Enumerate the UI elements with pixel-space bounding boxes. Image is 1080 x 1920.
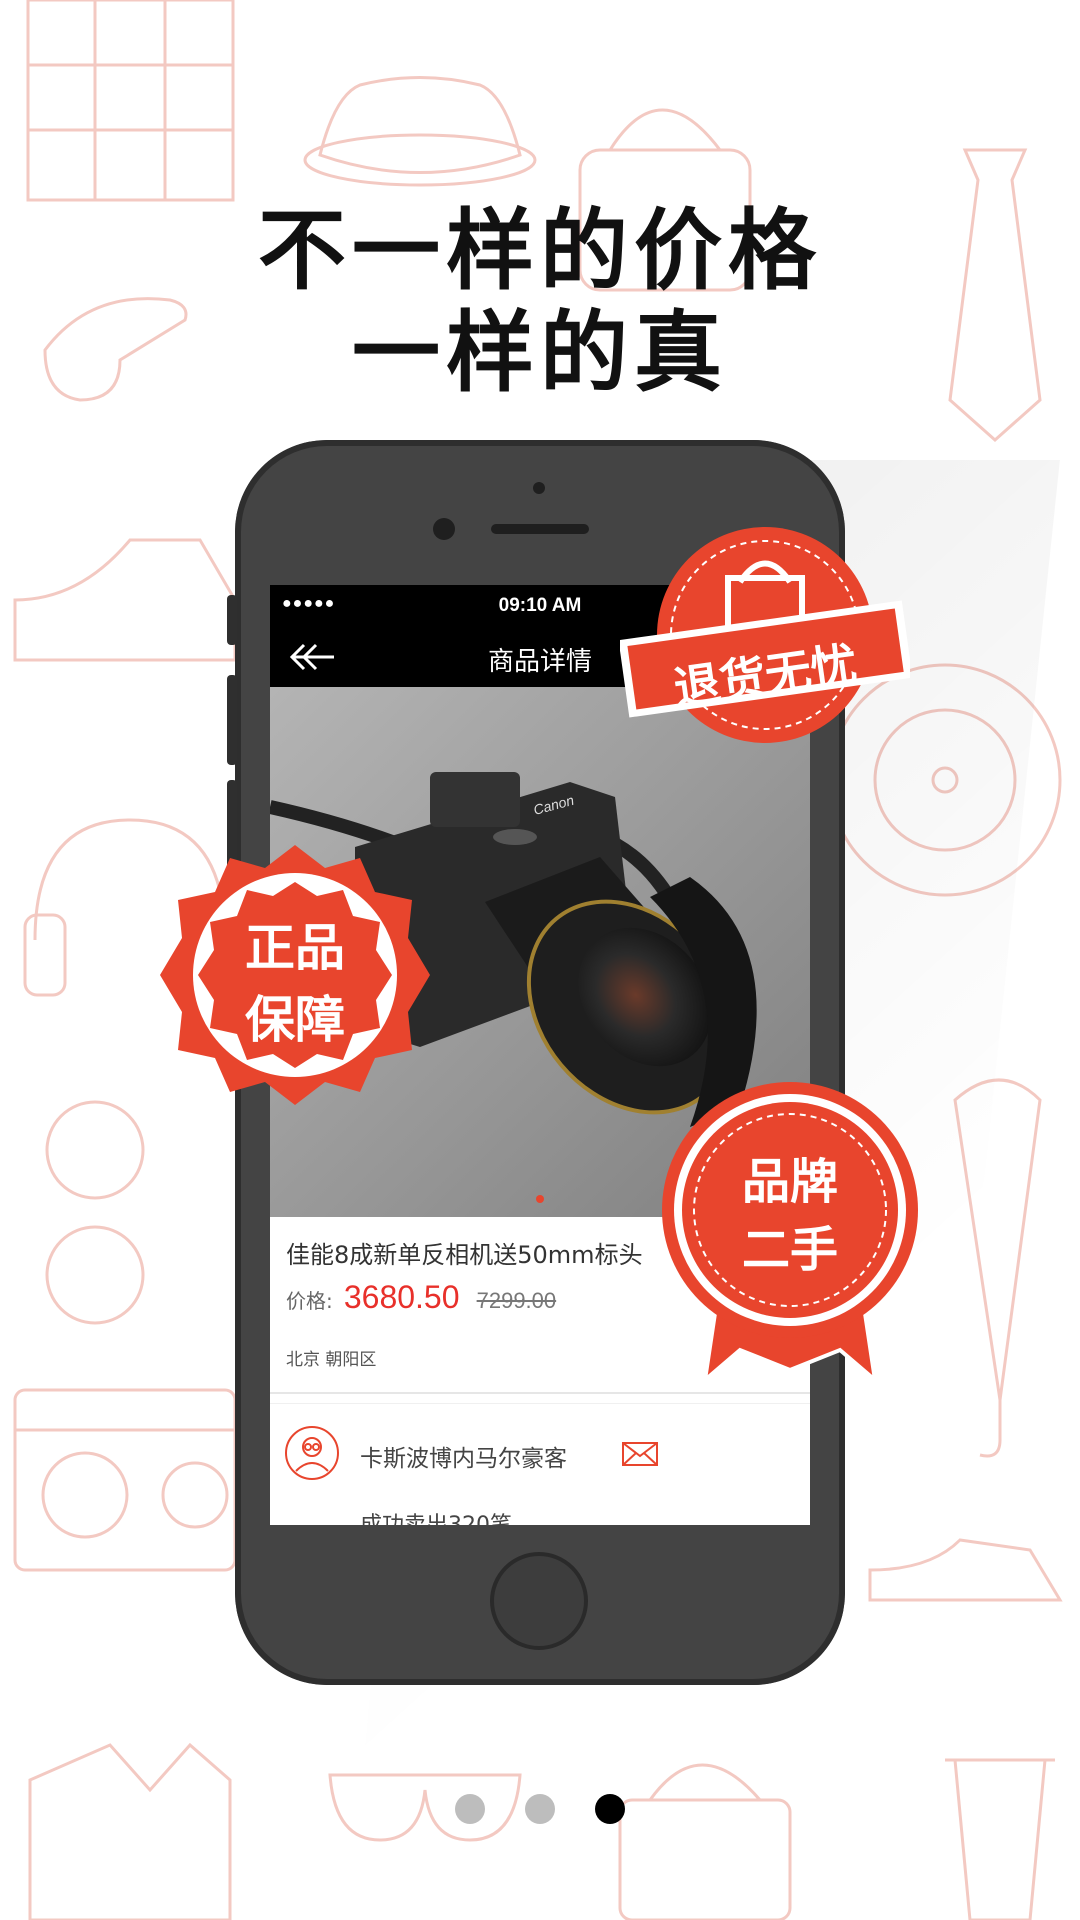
shirt-icon: [28, 1742, 232, 1920]
home-button[interactable]: [490, 1552, 588, 1650]
user-avatar-icon[interactable]: [284, 1425, 340, 1481]
glasses-icon: [45, 1100, 145, 1325]
earpiece-speaker: [491, 524, 589, 534]
brand-secondhand-badge: 品牌 二手: [660, 1080, 920, 1386]
headline-line2: 一样的真: [351, 301, 728, 404]
carousel-dot-active: [536, 1195, 544, 1203]
mail-icon[interactable]: [622, 1442, 658, 1466]
price-label: 价格:: [286, 1289, 333, 1313]
pager-dot-2[interactable]: [525, 1794, 555, 1824]
original-price: 7299.00: [476, 1288, 557, 1313]
price-row: 价格: 3680.50 7299.00: [286, 1279, 556, 1316]
divider: [270, 1392, 810, 1394]
return-guarantee-badge: 退货无忧: [618, 520, 913, 750]
pager-dot-1[interactable]: [455, 1794, 485, 1824]
grid-cabinet-icon: [26, 0, 235, 202]
hat-icon: [303, 76, 537, 187]
location: 北京 朝阳区: [286, 1350, 377, 1370]
current-price: 3680.50: [343, 1279, 460, 1315]
mute-switch: [227, 595, 237, 645]
seller-name[interactable]: 卡斯波博内马尔豪客: [360, 1439, 567, 1473]
pager-dot-3-active[interactable]: [595, 1794, 625, 1824]
sensor-dot: [533, 482, 545, 494]
volume-up-button: [227, 675, 237, 765]
onboarding-pager: [455, 1790, 635, 1826]
product-title[interactable]: 佳能8成新单反相机送50mm标头: [286, 1235, 643, 1270]
front-camera: [433, 518, 455, 540]
divider: [270, 1403, 810, 1404]
genuine-badge-text1: 正品: [245, 919, 345, 977]
genuine-badge: 正品 保障: [160, 840, 430, 1110]
radio-icon: [13, 1388, 237, 1572]
brand-badge-text2: 二手: [741, 1222, 838, 1278]
sneaker-icon: [13, 538, 237, 662]
genuine-badge-text2: 保障: [245, 991, 345, 1049]
brand-badge-text1: 品牌: [741, 1154, 838, 1210]
sold-count: 成功卖出320笔: [360, 1507, 512, 1525]
cup-icon: [945, 1758, 1055, 1920]
